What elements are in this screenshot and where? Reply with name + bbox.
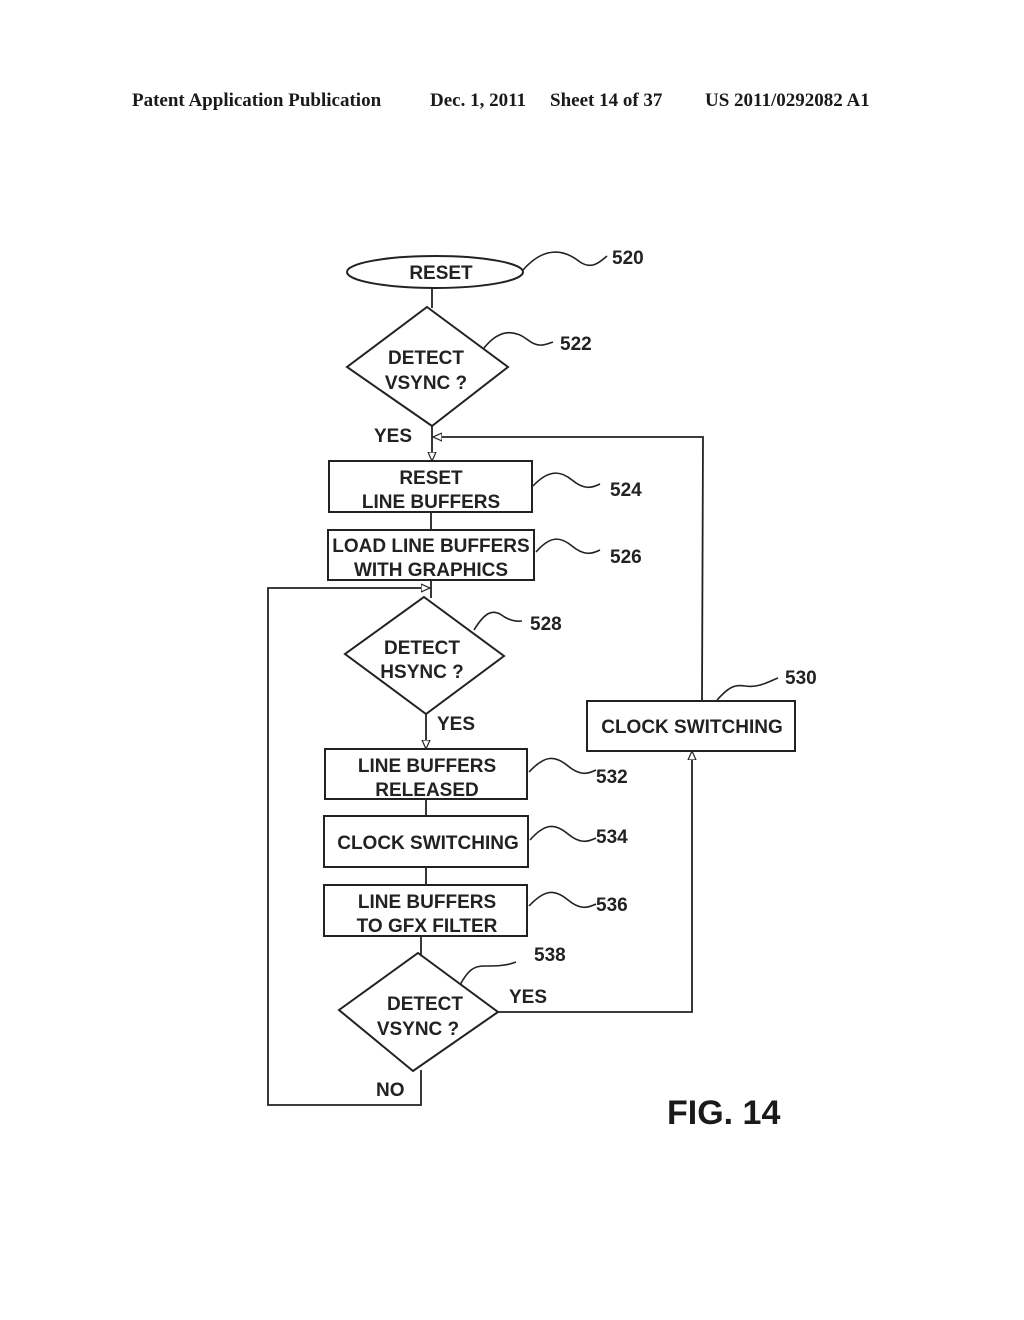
node-532-line-buffers-released: LINE BUFFERS RELEASED 532	[324, 748, 628, 801]
leader-528	[473, 611, 523, 631]
edge-label-522-yes: YES	[374, 426, 412, 447]
node-528-line2: HSYNC ?	[380, 662, 463, 683]
node-526-load-line-buffers: LOAD LINE BUFFERS WITH GRAPHICS 526	[327, 529, 642, 581]
leader-538	[459, 961, 517, 986]
node-538-line2: VSYNC ?	[377, 1019, 459, 1040]
node-532-line2: RELEASED	[375, 780, 478, 801]
node-536-line1: LINE BUFFERS	[358, 892, 496, 913]
node-534-label: CLOCK SWITCHING	[337, 833, 519, 854]
ref-528: 528	[530, 614, 562, 635]
node-520-reset: RESET 520	[346, 248, 644, 289]
leader-532	[528, 757, 597, 775]
leader-524	[532, 472, 601, 489]
node-528-line1: DETECT	[384, 638, 460, 659]
leader-530	[716, 677, 779, 701]
figure-label: FIG. 14	[667, 1094, 780, 1132]
leader-536	[528, 891, 597, 909]
ref-524: 524	[610, 480, 642, 501]
leader-522	[483, 331, 554, 349]
node-532-line1: LINE BUFFERS	[358, 756, 496, 777]
node-528-detect-hsync: DETECT HSYNC ? 528 YES	[343, 595, 562, 735]
node-530-label: CLOCK SWITCHING	[601, 717, 783, 738]
ref-530: 530	[785, 668, 817, 689]
ref-536: 536	[596, 895, 628, 916]
edge-label-538-no: NO	[376, 1080, 405, 1101]
leader-534	[529, 825, 597, 843]
node-536-line-buffers-to-gfx-filter: LINE BUFFERS TO GFX FILTER 536	[323, 884, 628, 937]
flowchart: RESET 520 DETECT VSYNC ? 522 YES RESET L…	[267, 248, 817, 1132]
node-538-line1: DETECT	[387, 994, 463, 1015]
ref-538: 538	[534, 945, 566, 966]
node-536-line2: TO GFX FILTER	[357, 916, 498, 937]
leader-526	[535, 538, 601, 555]
node-524-reset-line-buffers: RESET LINE BUFFERS 524	[328, 460, 642, 513]
ref-532: 532	[596, 767, 628, 788]
leader-520	[522, 251, 608, 271]
node-524-line2: LINE BUFFERS	[362, 492, 500, 513]
node-522-detect-vsync: DETECT VSYNC ? 522 YES	[345, 305, 592, 447]
node-522-line1: DETECT	[388, 348, 464, 369]
node-538-detect-vsync: DETECT VSYNC ? 538 YES NO	[337, 945, 566, 1101]
node-522-line2: VSYNC ?	[385, 373, 467, 394]
edge-label-528-yes: YES	[437, 714, 475, 735]
node-524-line1: RESET	[399, 468, 463, 489]
node-534-clock-switching: CLOCK SWITCHING 534	[323, 815, 628, 868]
ref-522: 522	[560, 334, 592, 355]
node-526-line1: LOAD LINE BUFFERS	[332, 536, 529, 557]
ref-526: 526	[610, 547, 642, 568]
node-526-line2: WITH GRAPHICS	[354, 560, 508, 581]
node-520-label: RESET	[409, 263, 473, 284]
edge-label-538-yes: YES	[509, 987, 547, 1008]
connectors	[267, 287, 704, 1106]
ref-534: 534	[596, 827, 628, 848]
ref-520: 520	[612, 248, 644, 269]
